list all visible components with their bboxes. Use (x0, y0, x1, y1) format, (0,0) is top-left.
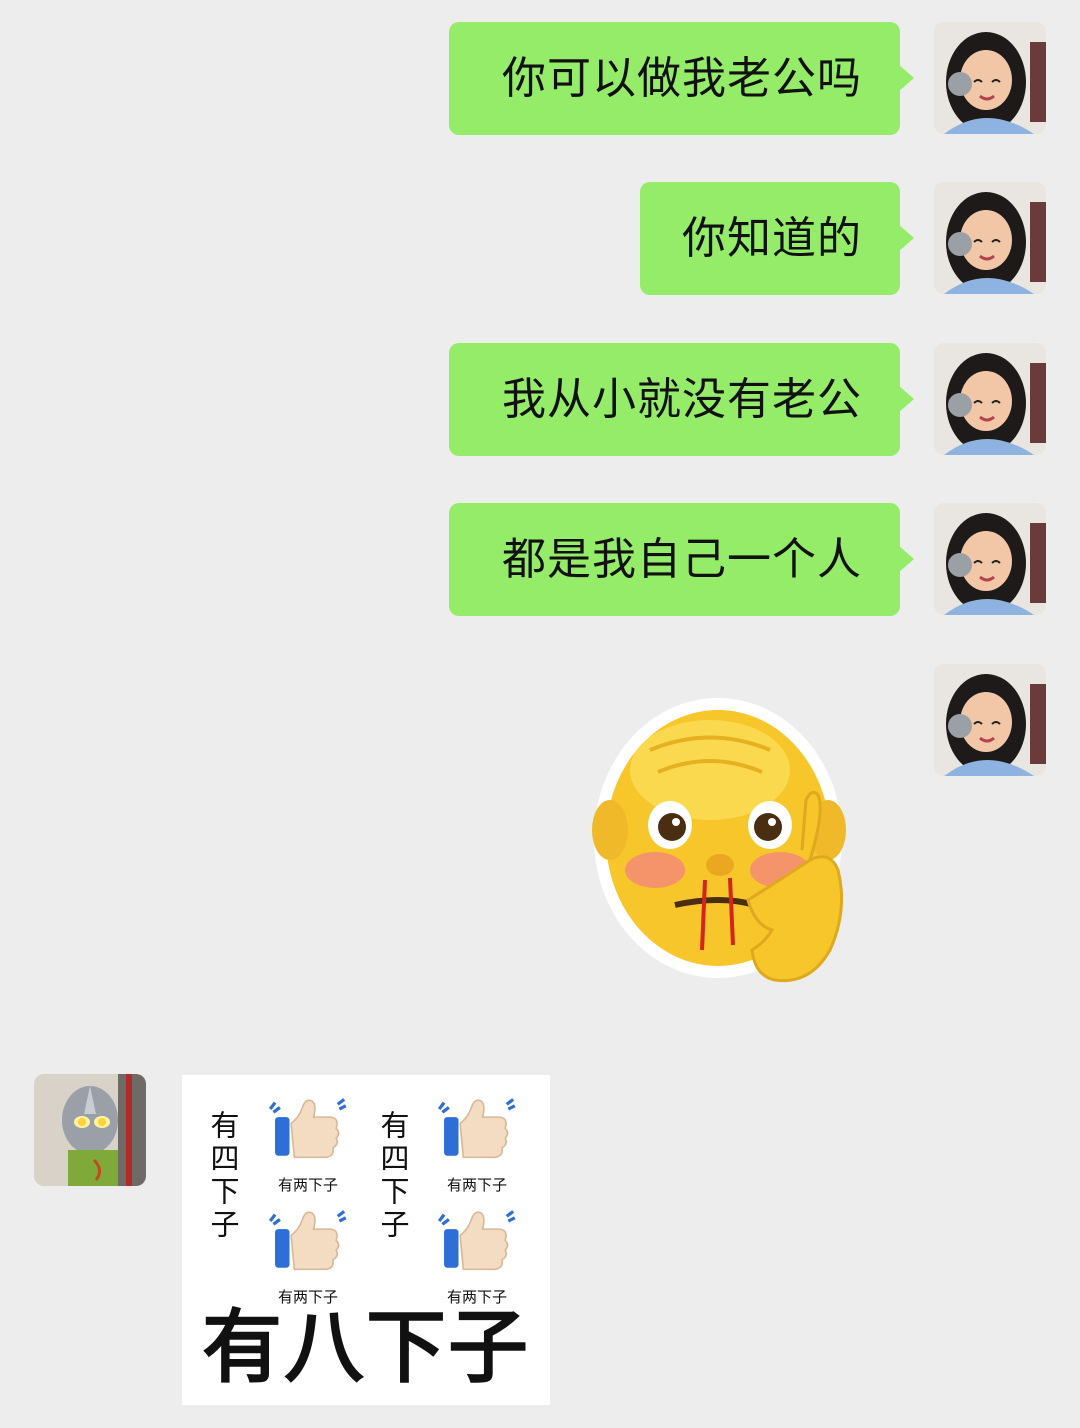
girl-avatar-icon (934, 503, 1046, 615)
my-avatar[interactable] (934, 182, 1046, 294)
bubble-tail (898, 545, 914, 573)
message-text: 都是我自己一个人 (502, 534, 862, 585)
thumbs-up-icon (268, 1098, 347, 1159)
message-text: 我从小就没有老公 (502, 374, 862, 425)
thumbs-up-icon (437, 1098, 516, 1159)
thumb-sticker: 有两下子 (426, 1205, 528, 1307)
bubble-tail (898, 224, 914, 252)
my-avatar[interactable] (934, 664, 1046, 776)
message-bubble[interactable]: 你可以做我老公吗 (449, 22, 914, 135)
sticker-big-caption: 有八下子 (202, 1301, 530, 1394)
bubble-tail (898, 385, 914, 413)
message-text: 你知道的 (682, 213, 862, 264)
message-bubble[interactable]: 我从小就没有老公 (449, 343, 914, 456)
sticker-vertical-text: 有四下子 (206, 1110, 240, 1242)
my-avatar[interactable] (934, 343, 1046, 455)
bubble-tail (898, 64, 914, 92)
thumb-sticker: 有两下子 (426, 1093, 528, 1195)
my-avatar[interactable] (934, 22, 1046, 134)
thumbs-up-icon (437, 1210, 516, 1271)
thumb-sticker: 有两下子 (257, 1205, 359, 1307)
chat-window: 你可以做我老公吗 你知道的 我从小就没有老公 都是我自己一个人 有四下子 有四下… (0, 0, 1080, 1428)
girl-avatar-icon (934, 182, 1046, 294)
friend-avatar[interactable] (34, 1074, 146, 1186)
old-man-nosebleed-emoji-icon[interactable] (580, 680, 880, 1000)
girl-avatar-icon (934, 343, 1046, 455)
girl-avatar-icon (934, 22, 1046, 134)
thumbs-up-icon (268, 1210, 347, 1271)
girl-avatar-icon (934, 664, 1046, 776)
my-avatar[interactable] (934, 503, 1046, 615)
message-bubble[interactable]: 都是我自己一个人 (449, 503, 914, 616)
ultraman-avatar-icon (34, 1074, 146, 1186)
thumb-sticker: 有两下子 (257, 1093, 359, 1195)
message-text: 你可以做我老公吗 (502, 53, 862, 104)
sticker-vertical-text: 有四下子 (376, 1110, 410, 1242)
thumb-caption: 有两下子 (277, 1176, 338, 1194)
sticker-image (592, 698, 846, 983)
message-bubble[interactable]: 你知道的 (640, 182, 914, 295)
thumb-caption: 有两下子 (446, 1176, 507, 1194)
received-sticker[interactable]: 有四下子 有四下子 有两下子 有两下子 有两下子 有两下子 有八下子 (182, 1075, 550, 1405)
